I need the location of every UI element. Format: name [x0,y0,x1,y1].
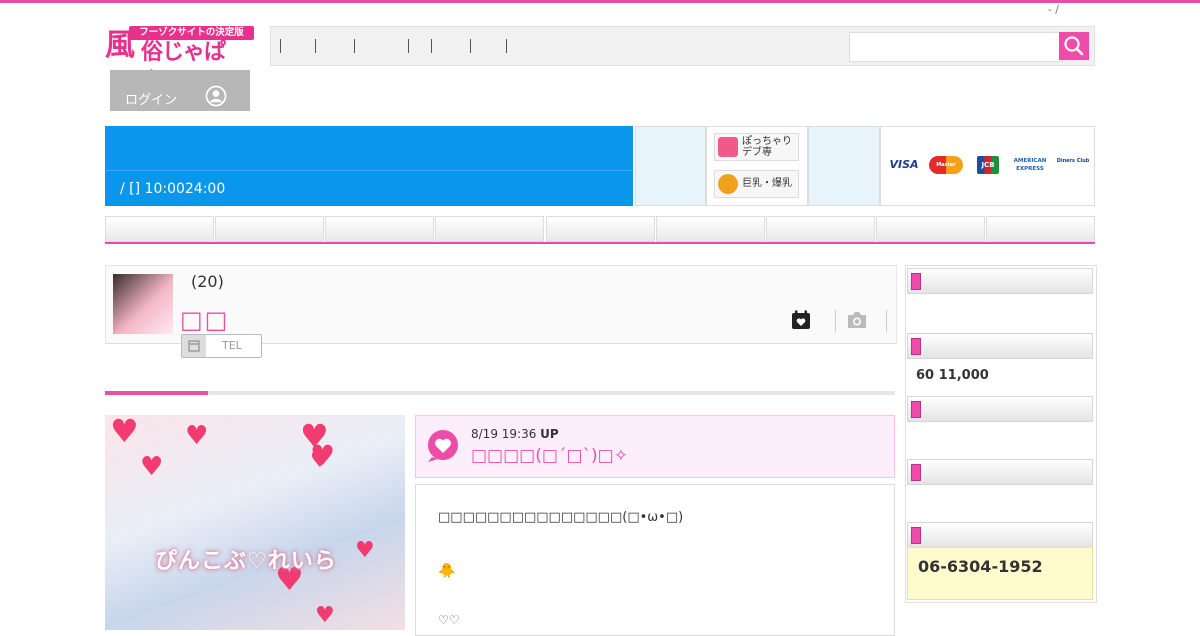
phone-box[interactable]: 06-6304-1952 [907,547,1093,600]
heading-marker [911,273,921,290]
heart-icon: ♥ [140,452,164,482]
melon-icon [718,174,738,194]
nav-item[interactable] [315,39,316,53]
nav-item[interactable] [280,39,281,53]
photo-caption: ぴんこぶ♡れいら [155,549,337,574]
icon-divider [835,310,836,332]
heading-marker [911,527,921,544]
sidebar-heading [907,268,1093,294]
tag-label: 巨乳・爆乳 [742,178,792,189]
profile-age: (20) [191,272,224,291]
tag-big-breasts[interactable]: 巨乳・爆乳 [714,170,799,198]
nav-item[interactable] [506,39,507,53]
tab[interactable] [656,216,765,242]
search-input[interactable] [849,32,1063,62]
post-text: □□□□□□□□□□□□□□□(□•ω•□) [438,510,684,525]
tab[interactable] [986,216,1095,242]
profile-name: □□ [180,306,230,334]
nav-item[interactable] [354,39,355,53]
heading-marker [911,338,921,355]
sidebar-heading [907,522,1093,548]
blog-photo[interactable]: ♥ ♥ ♥ ♥ ♥ ♥ ♥ ♥ ♥ ぴんこぶ♡れいら [105,415,405,630]
logo-mark: 風 [105,28,135,63]
tab[interactable] [325,216,434,242]
info-cell [808,126,880,206]
tab[interactable] [105,216,214,242]
post-timestamp: 8/19 19:36 [471,427,537,441]
phone-number[interactable]: 06-6304-1952 [918,557,1043,576]
progress-fill [105,391,208,395]
blog-post-body: □□□□□□□□□□□□□□□(□•ω•□) 🐥 ♡♡ [415,484,895,636]
business-hours: / [] 10:0024:00 [120,181,226,197]
heart-icon: ♥ [315,603,335,628]
icon-divider [886,310,887,332]
up-label: UP [540,427,559,441]
top-links[interactable]: - / [1048,3,1059,16]
tab[interactable] [766,216,875,242]
profile-photo[interactable] [113,274,173,334]
heading-marker [911,401,921,418]
amex-icon: AMERICAN EXPRESS [1013,158,1047,172]
tab[interactable] [546,216,655,242]
schedule-calendar-icon[interactable] [791,310,811,330]
tab[interactable] [876,216,985,242]
blog-post-header: 8/19 19:36 UP □□□□(□´□`)□✧ [415,415,895,478]
heart-icon: ♥ [355,538,375,563]
heart-icon: ♥ [185,421,209,451]
logo-tagline: フーゾクサイトの決定版 [129,26,254,40]
heading-marker [911,464,921,481]
nav-item[interactable] [408,39,409,53]
post-text: ♡♡ [438,613,460,627]
tel-label: TEL [222,339,242,352]
visa-icon: VISA [889,158,919,171]
search-icon [1064,36,1084,56]
camera-icon[interactable] [846,310,868,330]
sidebar-heading [907,396,1093,422]
heart-icon: ♥ [110,415,139,450]
jcb-icon: JCB [977,156,999,174]
top-accent-bar [0,0,1200,3]
post-text: 🐥 [438,563,456,579]
sidebar-heading [907,333,1093,359]
tel-button[interactable]: TEL [181,334,262,358]
tab[interactable] [215,216,324,242]
login-label: ログイン [125,93,178,108]
tab[interactable] [435,216,544,242]
category-tabs [105,216,1095,242]
post-title[interactable]: □□□□(□´□`)□✧ [471,446,628,466]
mastercard-icon: Master [929,156,963,174]
calendar-icon [182,335,206,357]
heart-icon: ♥ [310,448,330,473]
tag-chubby[interactable]: ぽっちゃり デブ専 [714,133,799,161]
post-date: 8/19 19:36 UP [471,427,559,441]
pig-icon [718,137,738,157]
nav-item[interactable] [431,39,432,53]
price-info: 60 11,000 [916,368,989,383]
nav-item[interactable] [470,39,471,53]
login-button[interactable]: ログイン [110,70,250,111]
diners-icon: Diners Club [1056,158,1090,164]
tab-progress [105,391,895,395]
tabs-underline [105,242,1095,244]
payment-cards: VISA Master JCB AMERICAN EXPRESS Diners … [880,126,1095,206]
search-button[interactable] [1059,32,1089,60]
info-cell [635,126,706,206]
site-logo[interactable]: フーゾクサイトの決定版 風 俗じゃぱん! [105,26,254,93]
user-icon [205,85,227,107]
panel-divider [105,170,633,171]
shop-info-panel: / [] 10:0024:00 [105,126,633,206]
sidebar-heading [907,459,1093,485]
heart-bubble-icon [428,430,458,462]
tag-label: ぽっちゃり デブ専 [742,136,792,158]
